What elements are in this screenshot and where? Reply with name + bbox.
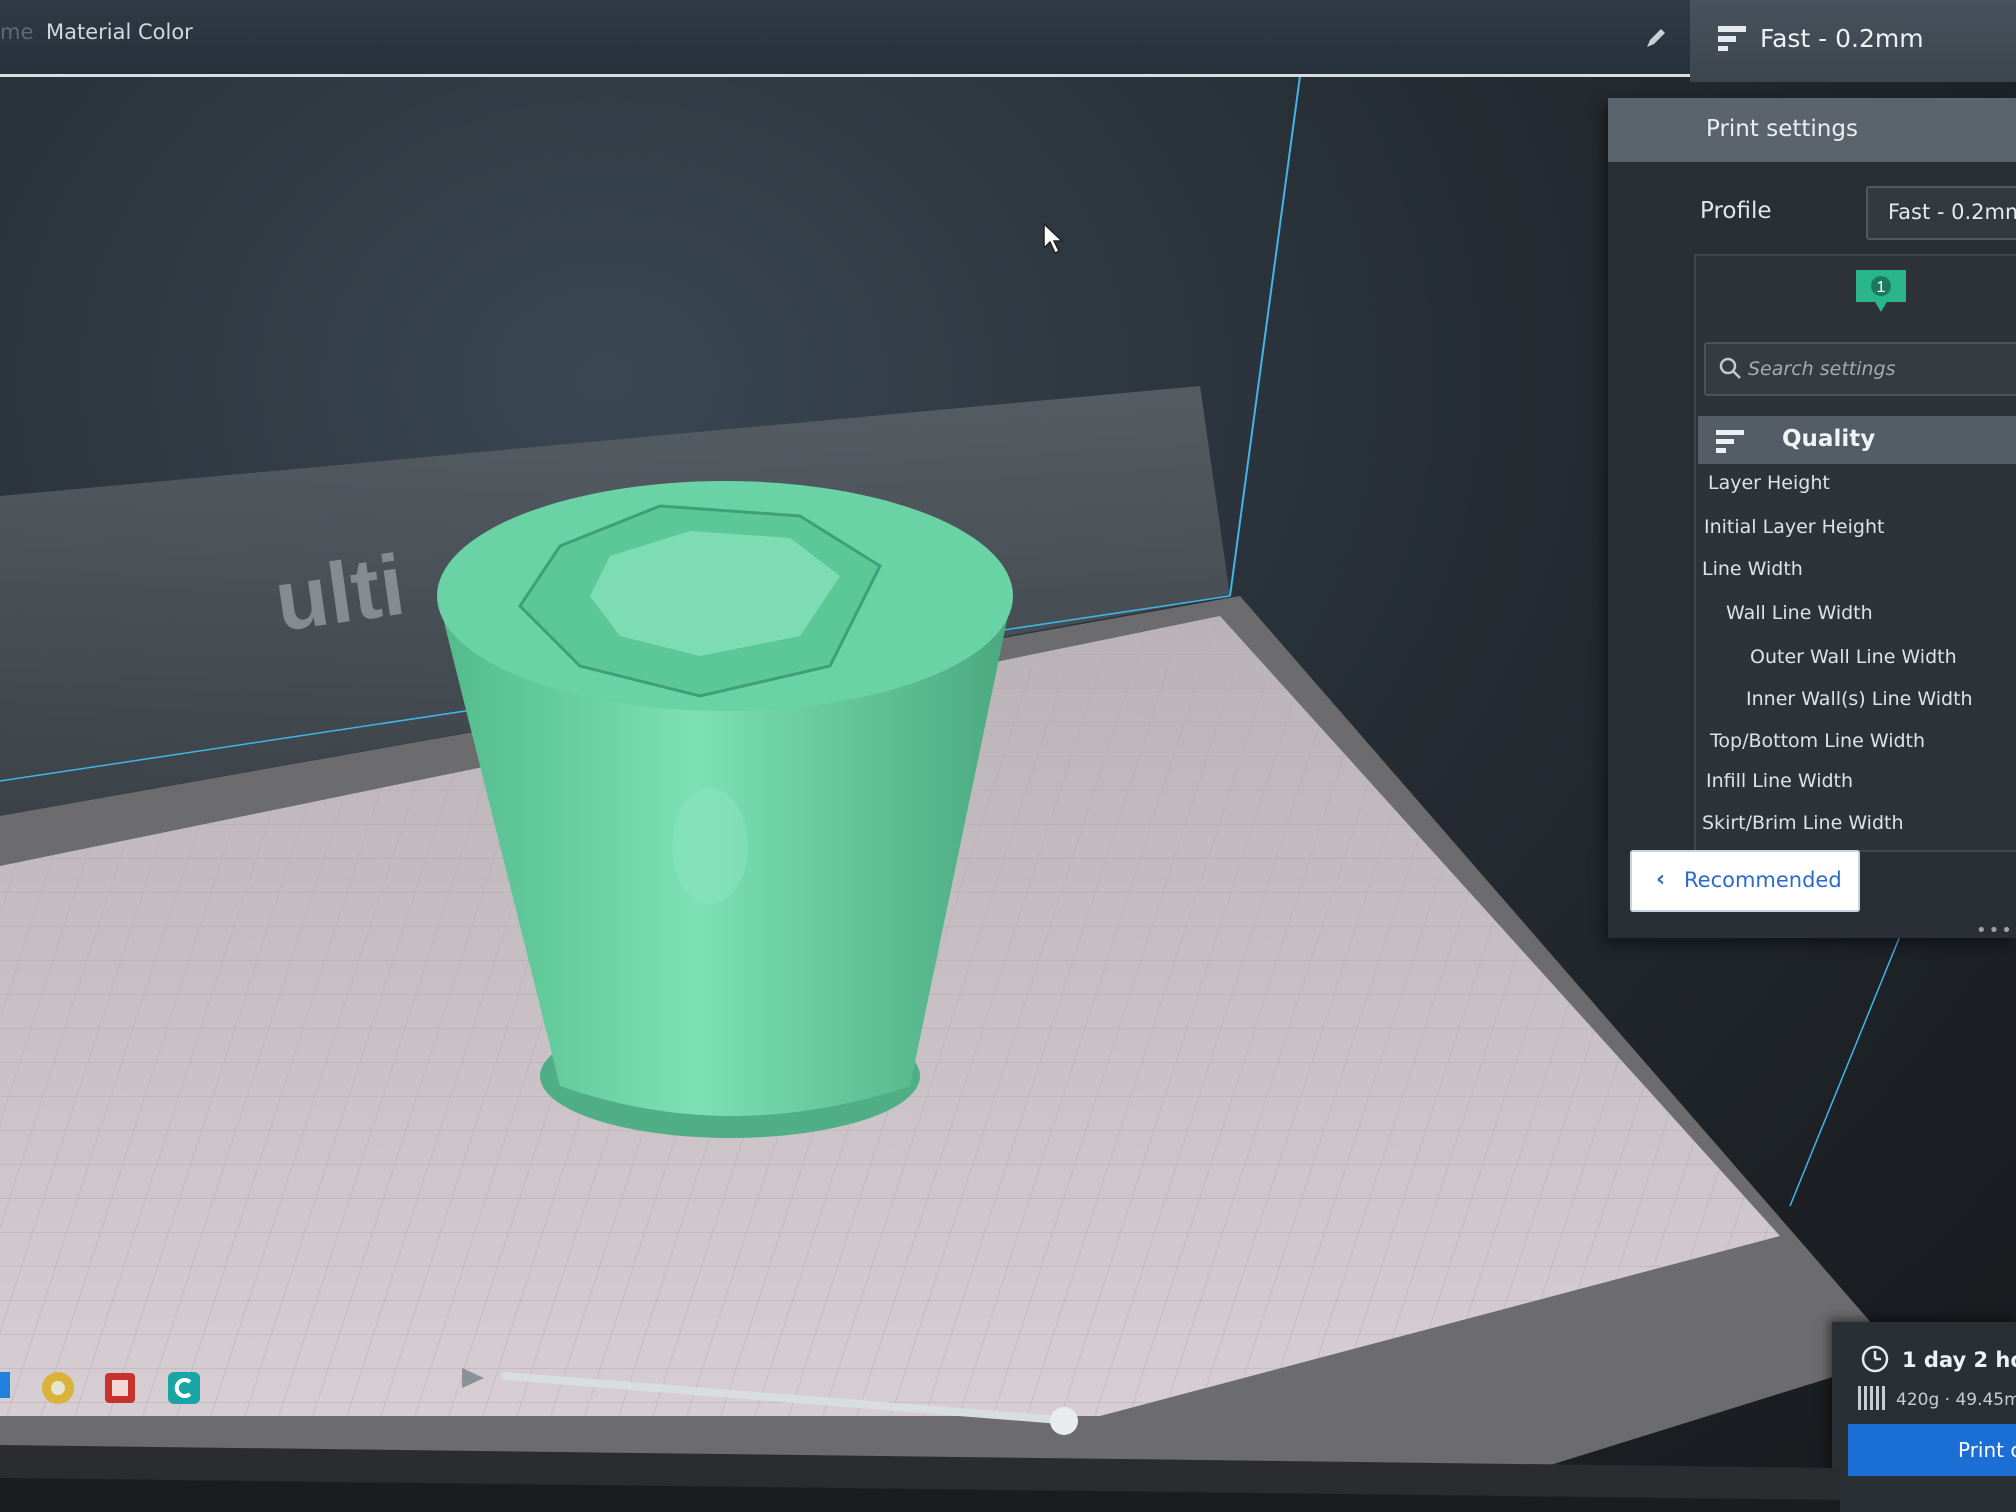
setting-infill-line-width[interactable]: Infill Line Width: [1706, 770, 1853, 792]
bounding-line: [1229, 76, 1301, 597]
setting-initial-layer-height[interactable]: Initial Layer Height: [1704, 516, 1884, 538]
cura-window: ulti me Material Color Fast - 0.2mm Prin…: [0, 0, 2016, 1512]
profile-dropdown[interactable]: Fast - 0.2mm: [1866, 186, 2016, 240]
profile-label: Profile: [1700, 198, 1772, 224]
setting-inner-wall-line-width[interactable]: Inner Wall(s) Line Width: [1746, 688, 1973, 710]
model-highlight: [672, 788, 748, 904]
app-red-icon[interactable]: [102, 1370, 138, 1406]
category-quality[interactable]: Quality: [1698, 416, 2016, 464]
quality-icon: [1716, 430, 1744, 453]
category-quality-label: Quality: [1782, 426, 1876, 452]
print-settings-title: Print settings: [1706, 116, 1858, 142]
settings-lines-icon: [1718, 26, 1746, 51]
bounding-line: [1789, 935, 1901, 1207]
chrome-icon[interactable]: [40, 1370, 76, 1406]
setting-layer-height[interactable]: Layer Height: [1708, 472, 1830, 494]
print-settings-panel: Print settings Profile Fast - 0.2mm 1 Se…: [1608, 98, 2016, 941]
bottom-area: [0, 1368, 1840, 1512]
mouse-cursor-icon: [1043, 222, 1064, 255]
setting-top-bottom-line-width[interactable]: Top/Bottom Line Width: [1710, 730, 1925, 752]
search-icon: [1719, 357, 1741, 379]
chevron-left-icon: ‹: [1656, 867, 1666, 892]
print-profile-label: Fast - 0.2mm: [1760, 24, 1924, 53]
print-profile-chip[interactable]: Fast - 0.2mm: [1690, 0, 2016, 82]
build-plate-logo: ulti: [269, 537, 410, 650]
breadcrumb-previous[interactable]: me: [0, 20, 33, 44]
cura-icon[interactable]: [166, 1370, 202, 1406]
setting-line-width[interactable]: Line Width: [1702, 558, 1803, 580]
setting-wall-line-width[interactable]: Wall Line Width: [1726, 602, 1873, 624]
badge-count: 1: [1877, 279, 1886, 296]
notification-badge-icon[interactable]: 1: [1854, 268, 1908, 314]
search-placeholder: Search settings: [1748, 358, 1896, 380]
profile-dropdown-value: Fast - 0.2mm: [1888, 200, 2016, 224]
search-settings-input[interactable]: Search settings: [1704, 342, 2016, 396]
layer-slider-play-icon: [462, 1368, 484, 1388]
recommended-label: Recommended: [1684, 868, 1842, 892]
top-bar: me Material Color: [0, 0, 1690, 77]
print-settings-header: Print settings: [1608, 98, 2016, 162]
setting-outer-wall-line-width[interactable]: Outer Wall Line Width: [1750, 646, 1957, 668]
breadcrumb-material-color[interactable]: Material Color: [46, 20, 193, 44]
layer-slider-track: [501, 1372, 1064, 1424]
more-options-icon[interactable]: •••: [1976, 920, 2014, 941]
pencil-icon[interactable]: [1644, 26, 1668, 50]
setting-skirt-brim-line-width[interactable]: Skirt/Brim Line Width: [1702, 812, 1904, 834]
layer-slider-handle: [1050, 1407, 1078, 1435]
windows-icon[interactable]: [0, 1372, 10, 1398]
recommended-button[interactable]: ‹ Recommended: [1630, 850, 1860, 912]
